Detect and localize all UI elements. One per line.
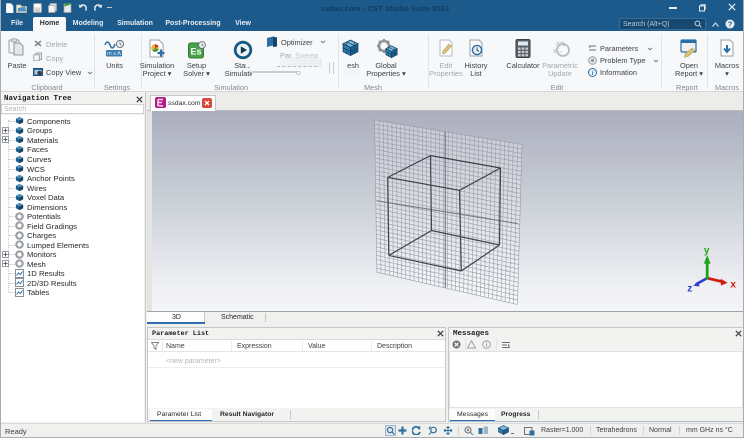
svg-text:y: y (704, 246, 710, 257)
svg-text:z: z (687, 284, 692, 295)
svg-text:x: x (730, 280, 736, 291)
svg-text:i: i (592, 70, 594, 77)
svg-text:?: ? (728, 20, 733, 29)
svg-text:m s A: m s A (107, 51, 121, 57)
